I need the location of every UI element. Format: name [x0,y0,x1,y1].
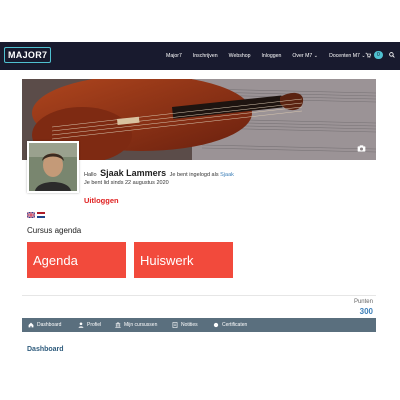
home-icon [28,322,34,328]
top-navigation-bar: MAJOR7 Major7 Inschrijven Webshop Inlogg… [0,42,400,70]
agenda-tile[interactable]: Agenda [27,242,126,278]
bank-icon [115,322,121,328]
menu-item-inloggen[interactable]: Inloggen [261,53,281,59]
tab-notities[interactable]: Notities [172,318,198,332]
greeting-line: Hallo Sjaak Lammers Je bent ingelogd als… [84,168,234,178]
divider [22,295,376,296]
profile-subnav: Dashboard Profiel Mijn cursussen Notitie… [22,318,376,332]
greeting-hello: Hallo [84,172,97,178]
agenda-title: Cursus agenda [27,226,82,235]
tab-dashboard[interactable]: Dashboard [28,318,61,332]
user-full-name: Sjaak Lammers [100,168,167,178]
main-menu: Major7 Inschrijven Webshop Inloggen Over… [166,42,377,70]
menu-item-docenten-m7[interactable]: Docenten M7 ⌄ [329,53,366,59]
site-logo[interactable]: MAJOR7 [4,47,52,63]
menu-item-webshop[interactable]: Webshop [229,53,251,59]
menu-item-inschrijven[interactable]: Inschrijven [193,53,218,59]
tab-mijn-cursussen-label: Mijn cursussen [124,322,158,328]
dutch-flag-icon[interactable] [37,212,45,218]
tab-certificaten[interactable]: Certificaten [213,318,247,332]
points-value: 300 [359,307,373,316]
camera-icon[interactable] [357,145,366,152]
note-icon [172,322,178,328]
avatar[interactable] [27,141,79,193]
logged-in-as-text: Je bent ingelogd als [169,172,219,178]
circle-icon [213,322,219,328]
tab-mijn-cursussen[interactable]: Mijn cursussen [115,318,157,332]
tab-notities-label: Notities [181,322,198,328]
cart-button[interactable]: 0 [365,51,383,59]
tab-profiel-label: Profiel [87,322,102,328]
points-label: Punten [353,299,373,305]
menu-item-over-m7[interactable]: Over M7 ⌄ [292,53,318,59]
avatar-photo [29,143,77,191]
tab-dashboard-label: Dashboard [37,322,62,328]
cart-icon [365,52,371,58]
huiswerk-tile[interactable]: Huiswerk [134,242,233,278]
member-since-text: Je bent lid sinds 22 augustus 2020 [84,180,169,186]
menu-item-major7[interactable]: Major7 [166,53,182,59]
cart-count-badge: 0 [374,51,383,59]
language-switcher [27,212,45,218]
tab-profiel[interactable]: Profiel [78,318,101,332]
logout-link[interactable]: Uitloggen [84,196,119,205]
username-link[interactable]: Sjaak [220,172,234,178]
search-icon[interactable] [389,52,395,58]
tab-certificaten-label: Certificaten [222,322,248,328]
uk-flag-icon[interactable] [27,212,35,218]
user-icon [78,322,84,328]
section-title: Dashboard [27,346,64,353]
